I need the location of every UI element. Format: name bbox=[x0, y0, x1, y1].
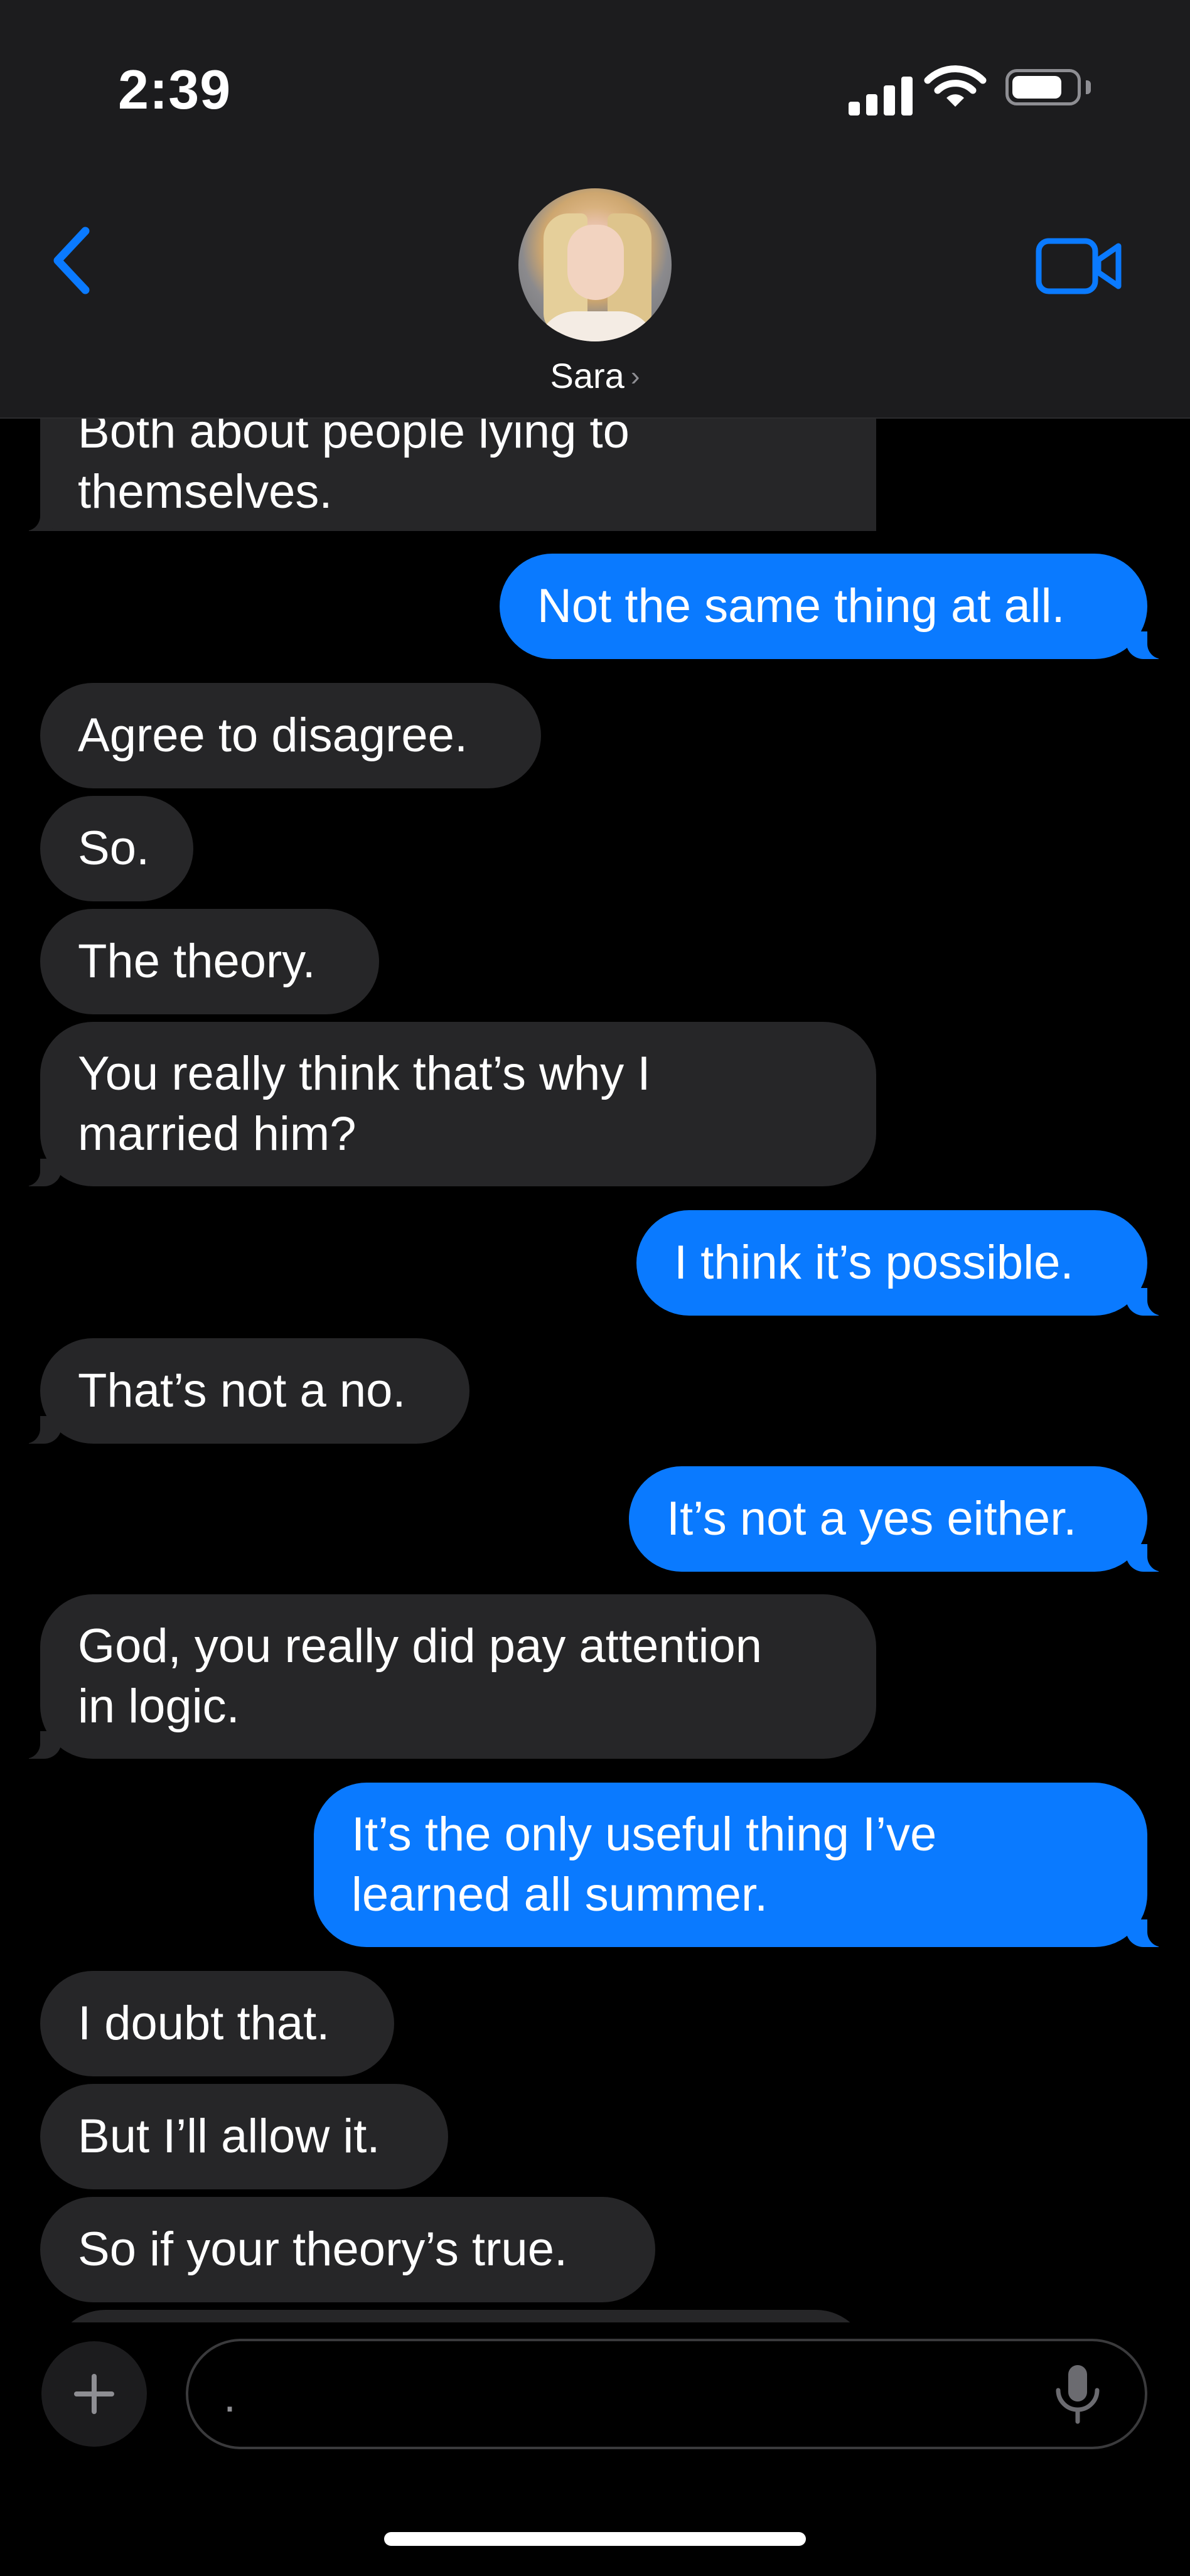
message-bubble-outgoing[interactable]: Not the same thing at all. bbox=[500, 554, 1172, 659]
wifi-icon bbox=[924, 65, 987, 107]
message-bubble-outgoing[interactable]: It’s the only useful thing I’ve learned a… bbox=[314, 1783, 1172, 1947]
message-bubble-incoming[interactable]: But I’ll allow it. bbox=[40, 2084, 448, 2189]
message-bubble-incoming[interactable]: That’s not a no. bbox=[15, 1338, 469, 1444]
message-thread[interactable]: Both about people lying to themselves. No… bbox=[0, 418, 1190, 2322]
message-input[interactable]: . bbox=[186, 2339, 1147, 2449]
message-bubble-outgoing[interactable]: It’s not a yes either. bbox=[629, 1466, 1172, 1572]
add-attachment-button[interactable] bbox=[41, 2341, 147, 2447]
video-camera-icon bbox=[1036, 238, 1122, 294]
battery-icon bbox=[1005, 69, 1081, 105]
dictation-button[interactable] bbox=[1049, 2363, 1106, 2425]
status-time: 2:39 bbox=[118, 58, 232, 121]
message-input-text: . bbox=[223, 2371, 237, 2422]
message-bubble-incoming[interactable]: God, you really did pay attention in logi… bbox=[15, 1594, 876, 1759]
contact-name-button[interactable]: Sara › bbox=[0, 355, 1190, 396]
message-bubble-incoming[interactable]: The theory. bbox=[40, 909, 379, 1014]
contact-avatar[interactable] bbox=[518, 188, 672, 341]
message-bubble-incoming[interactable]: I doubt that. bbox=[40, 1971, 394, 2076]
contact-name: Sara bbox=[550, 356, 624, 395]
message-bubble-incoming[interactable]: Agree to disagree. bbox=[40, 683, 541, 788]
back-button[interactable] bbox=[49, 226, 94, 295]
message-bubble-incoming[interactable]: So if your theory’s true. bbox=[40, 2197, 655, 2302]
message-bubble-partial bbox=[53, 2310, 869, 2322]
message-bubble-outgoing[interactable]: I think it’s possible. bbox=[636, 1210, 1172, 1316]
conversation-header: 2:39 Sara › bbox=[0, 0, 1190, 419]
status-icons bbox=[849, 65, 1093, 115]
message-bubble-incoming[interactable]: So. bbox=[40, 796, 193, 901]
chevron-left-icon bbox=[53, 227, 90, 294]
message-bubble-incoming[interactable]: Both about people lying to themselves. bbox=[15, 418, 876, 531]
message-bubble-incoming[interactable]: You really think that’s why Imarried him… bbox=[15, 1022, 876, 1186]
chevron-right-icon: › bbox=[630, 361, 640, 392]
facetime-video-button[interactable] bbox=[1036, 236, 1123, 296]
microphone-icon bbox=[1056, 2365, 1100, 2424]
home-indicator[interactable] bbox=[384, 2532, 806, 2546]
